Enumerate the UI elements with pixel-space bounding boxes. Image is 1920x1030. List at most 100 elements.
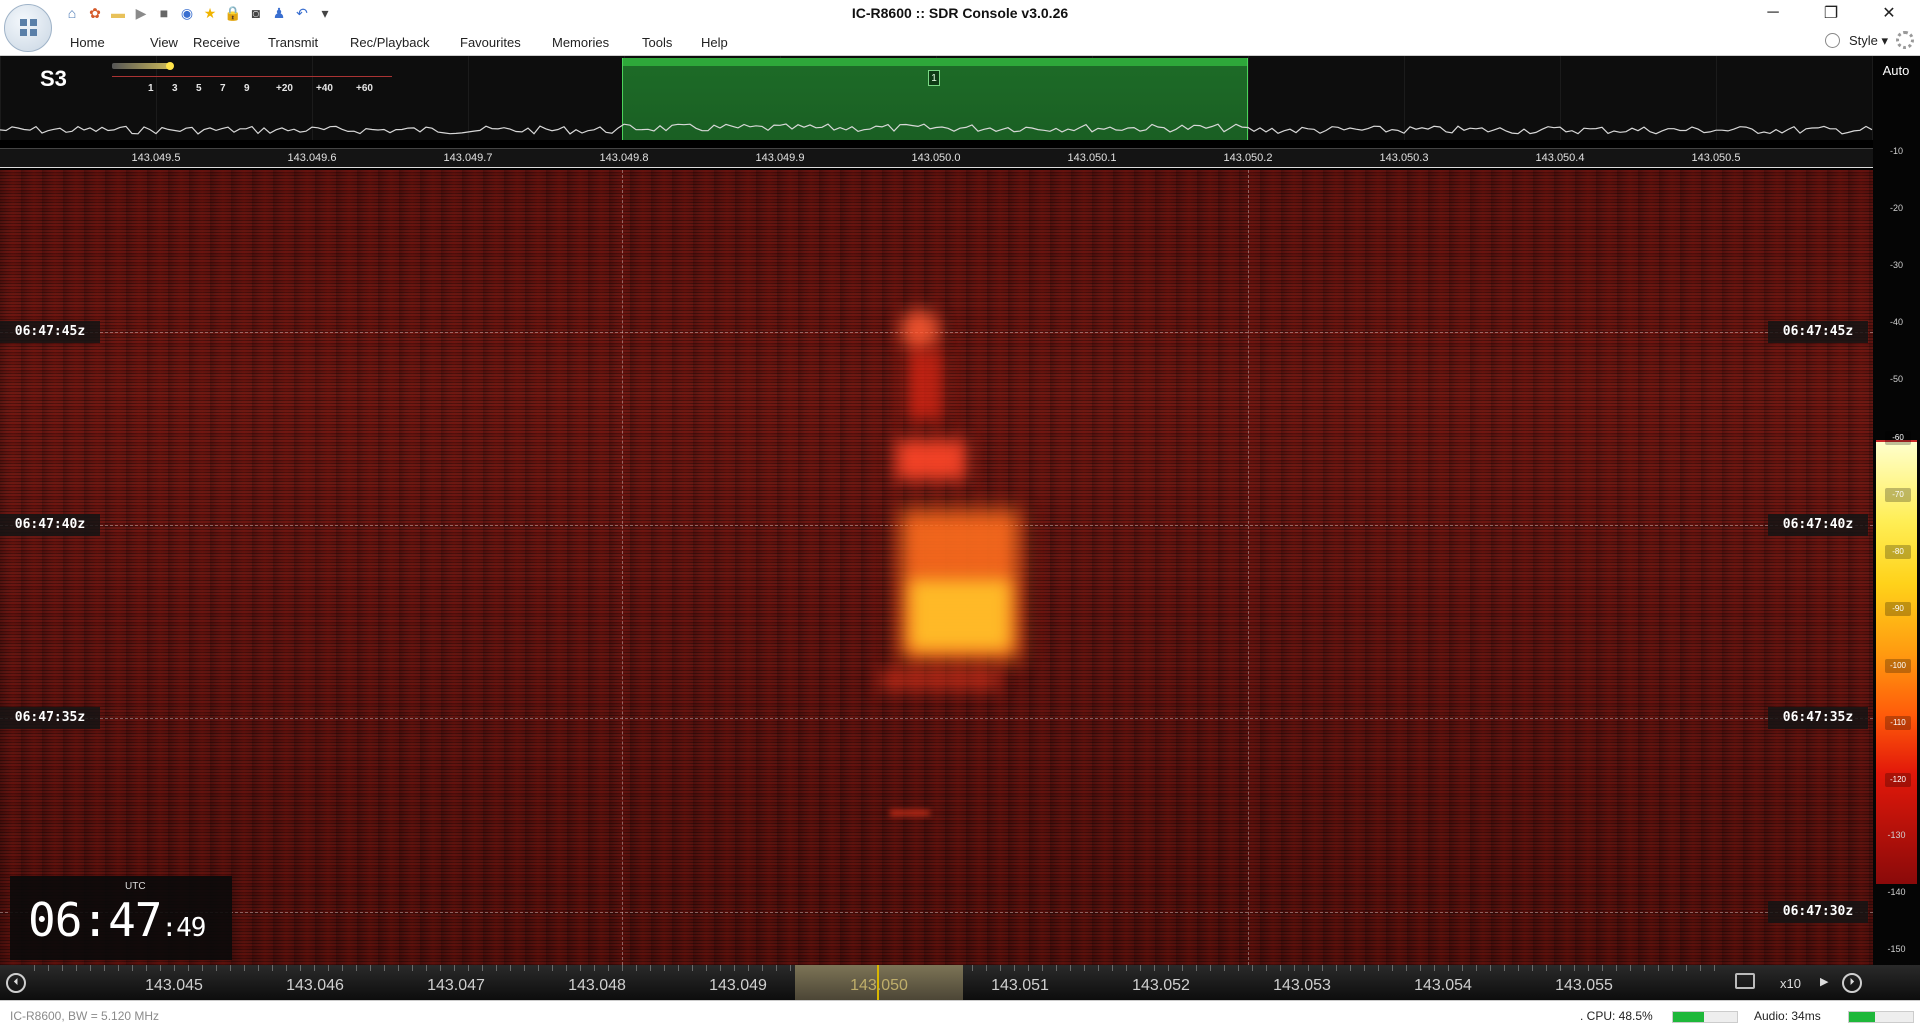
tuning-label: 143.053 bbox=[1273, 977, 1331, 994]
tuning-label: 143.049 bbox=[709, 977, 767, 994]
frequency-ruler[interactable]: 143.049.5 143.049.6 143.049.7 143.049.8 143.… bbox=[0, 148, 1873, 168]
smeter-indicator bbox=[166, 62, 174, 70]
band-edge-right bbox=[1248, 170, 1249, 965]
signal-trace bbox=[890, 810, 930, 816]
cpu-meter bbox=[1672, 1011, 1738, 1023]
smeter-scale-label: +40 bbox=[316, 83, 333, 94]
menu-home[interactable]: Home bbox=[70, 35, 105, 50]
menu-view[interactable]: View bbox=[150, 35, 178, 50]
scroll-right-icon[interactable]: ⏵ bbox=[1842, 973, 1862, 993]
minimize-button[interactable]: ─ bbox=[1744, 0, 1802, 26]
customize-icon[interactable]: ▾ bbox=[315, 3, 335, 23]
tuning-label: 143.052 bbox=[1132, 977, 1190, 994]
app-grid-icon bbox=[20, 19, 38, 37]
scroll-left-icon[interactable]: ⏴ bbox=[6, 973, 26, 993]
status-bar: IC-R8600, BW = 5.120 MHz . CPU: 48.5% Au… bbox=[0, 1000, 1920, 1030]
audio-status: Audio: 34ms bbox=[1754, 1009, 1821, 1023]
db-tick-label: -110 bbox=[1885, 716, 1911, 730]
clock-seconds: :49 bbox=[161, 913, 206, 943]
signal-trace bbox=[908, 350, 942, 420]
db-tick-label: -30 bbox=[1889, 260, 1903, 270]
gear-icon[interactable]: ✿ bbox=[85, 3, 105, 23]
tuning-ruler[interactable]: ⏴ 143.045 143.046 143.047 143.048 143.049 143… bbox=[0, 965, 1920, 1000]
time-label-left: 06:47:40z bbox=[0, 514, 100, 536]
frequency-label: 143.050.4 bbox=[1535, 152, 1585, 164]
smeter-scale-label: 1 bbox=[148, 83, 154, 94]
waterfall-display[interactable]: 06:47:45z 06:47:45z 06:47:40z 06:47:40z … bbox=[0, 170, 1873, 965]
tuning-label: 143.046 bbox=[286, 977, 344, 994]
time-label-right: 06:47:35z bbox=[1768, 707, 1868, 729]
tuning-label: 143.048 bbox=[568, 977, 626, 994]
keyboard-icon[interactable] bbox=[1735, 973, 1755, 989]
spectrum-trace bbox=[0, 123, 1873, 135]
tuning-label: 143.050 bbox=[850, 977, 908, 994]
menu-transmit[interactable]: Transmit bbox=[268, 35, 318, 50]
tuning-label: 143.045 bbox=[145, 977, 203, 994]
db-scale[interactable]: -10 -20 -30 -40 -50 -60 -70 -80 -90 -100 -110 -120 -… bbox=[1873, 56, 1920, 965]
time-label-right: 06:47:45z bbox=[1768, 321, 1868, 343]
frequency-label: 143.049.9 bbox=[755, 152, 805, 164]
signal-trace bbox=[910, 580, 1010, 650]
cpu-status: . CPU: 48.5% bbox=[1580, 1009, 1653, 1023]
frequency-label: 143.049.5 bbox=[131, 152, 181, 164]
play-icon[interactable]: ▶ bbox=[131, 3, 151, 23]
star-icon[interactable]: ★ bbox=[200, 3, 220, 23]
frequency-label: 143.050.5 bbox=[1691, 152, 1741, 164]
db-tick-label: -140 bbox=[1887, 887, 1906, 897]
radio-status: IC-R8600, BW = 5.120 MHz bbox=[10, 1009, 160, 1023]
app-menu-button[interactable] bbox=[4, 4, 52, 52]
menu-bar: Home View Receive Transmit Rec/Playback Favou… bbox=[0, 26, 1920, 56]
home-icon[interactable]: ⌂ bbox=[62, 3, 82, 23]
frequency-label: 143.049.8 bbox=[599, 152, 649, 164]
smeter-scale-label: +60 bbox=[356, 83, 373, 94]
smeter-redline bbox=[112, 76, 392, 77]
db-tick-label: -130 bbox=[1887, 830, 1906, 840]
signal-trace bbox=[896, 440, 966, 480]
smeter-bar bbox=[112, 63, 170, 69]
folder-icon[interactable]: ▬ bbox=[108, 3, 128, 23]
db-tick-label: -20 bbox=[1889, 203, 1903, 213]
restore-button[interactable]: ❐ bbox=[1802, 0, 1860, 26]
globe-icon[interactable] bbox=[1825, 33, 1840, 48]
close-button[interactable]: ✕ bbox=[1860, 0, 1918, 26]
db-tick-label: -120 bbox=[1885, 773, 1911, 787]
clock-zone: UTC bbox=[125, 881, 146, 892]
spectrum-display[interactable]: 1 S3 1 3 5 7 9 +20 +40 +60 bbox=[0, 56, 1873, 140]
auto-level-button[interactable]: Auto bbox=[1875, 60, 1917, 82]
tuning-label: 143.047 bbox=[427, 977, 485, 994]
smeter-scale-label: 7 bbox=[220, 83, 226, 94]
menu-tools[interactable]: Tools bbox=[642, 35, 672, 50]
menu-memories[interactable]: Memories bbox=[552, 35, 609, 50]
undo-icon[interactable]: ↶ bbox=[292, 3, 312, 23]
smeter-scale-label: 9 bbox=[244, 83, 250, 94]
style-menu[interactable]: Style ▾ bbox=[1849, 33, 1888, 49]
user-icon[interactable]: ♟ bbox=[269, 3, 289, 23]
frequency-label: 143.050.0 bbox=[911, 152, 961, 164]
camera-icon[interactable]: ◙ bbox=[246, 3, 266, 23]
clock-hours-minutes: 06:47 bbox=[28, 893, 162, 947]
menu-rec-playback[interactable]: Rec/Playback bbox=[350, 35, 429, 50]
time-label-right: 06:47:40z bbox=[1768, 514, 1868, 536]
stop-icon[interactable]: ■ bbox=[154, 3, 174, 23]
tuning-label: 143.055 bbox=[1555, 977, 1613, 994]
time-label-left: 06:47:45z bbox=[0, 321, 100, 343]
frequency-label: 143.050.1 bbox=[1067, 152, 1117, 164]
title-bar: IC-R8600 :: SDR Console v3.0.26 ⌂ ✿ ▬ ▶ ■ ◉ ★ 🔒… bbox=[0, 0, 1920, 26]
db-tick-label: -10 bbox=[1889, 146, 1903, 156]
db-tick-label: -90 bbox=[1885, 602, 1911, 616]
time-label-left: 06:47:35z bbox=[0, 707, 100, 729]
zoom-arrow-icon[interactable]: ▶ bbox=[1820, 975, 1828, 988]
zoom-level[interactable]: x10 bbox=[1780, 976, 1801, 991]
frequency-label: 143.049.6 bbox=[287, 152, 337, 164]
db-tick-label: -60 bbox=[1885, 431, 1911, 445]
settings-cog-icon[interactable] bbox=[1896, 31, 1914, 49]
time-label-right: 06:47:30z bbox=[1768, 901, 1868, 923]
audio-meter-fill bbox=[1849, 1012, 1875, 1022]
smeter-reading: S3 bbox=[40, 66, 67, 91]
menu-favourites[interactable]: Favourites bbox=[460, 35, 521, 50]
lock-icon[interactable]: 🔒 bbox=[223, 3, 243, 23]
menu-help[interactable]: Help bbox=[701, 35, 728, 50]
menu-receive[interactable]: Receive bbox=[193, 35, 240, 50]
radio-icon[interactable]: ◉ bbox=[177, 3, 197, 23]
tuning-label: 143.051 bbox=[991, 977, 1049, 994]
